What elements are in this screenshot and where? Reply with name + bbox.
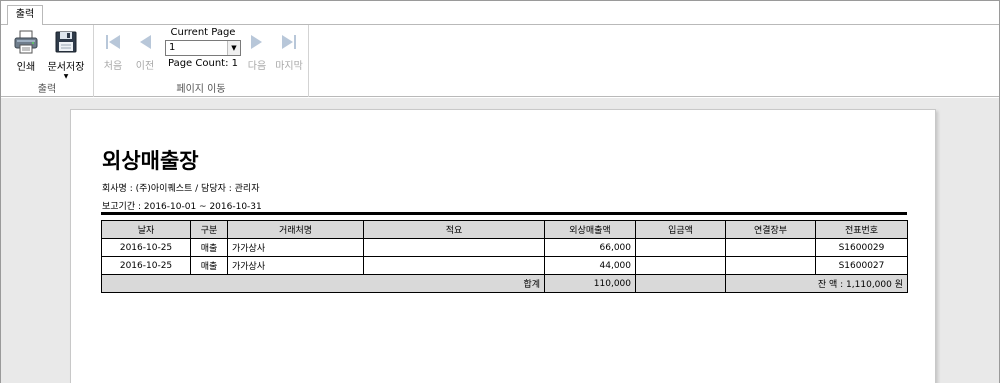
linked-ledger-cell — [725, 238, 816, 257]
first-page-button[interactable]: 처음 — [99, 33, 127, 73]
last-page-button[interactable]: 마지막 — [275, 33, 303, 73]
page-navigation-group-label: 페이지 이동 — [176, 84, 226, 95]
column-header: 연결장부 — [725, 220, 816, 239]
memo-cell — [363, 238, 545, 257]
current-page-value: 1 — [169, 42, 176, 53]
first-page-icon — [103, 33, 123, 51]
print-button[interactable]: 인쇄 — [7, 29, 45, 79]
previous-page-label: 이전 — [135, 61, 155, 72]
print-label: 인쇄 — [16, 62, 36, 73]
linked-ledger-cell — [725, 256, 816, 275]
credit-sales-cell: 66,000 — [544, 238, 636, 257]
voucher-number-cell: S1600029 — [815, 238, 908, 257]
column-header: 입금액 — [635, 220, 726, 239]
output-group-label: 출력 — [37, 84, 57, 95]
table-row: 2016-10-25 매출 가가상사 66,000 S1600029 — [101, 238, 908, 257]
printer-icon — [13, 29, 39, 55]
next-page-icon — [247, 33, 267, 51]
next-page-button[interactable]: 다음 — [243, 33, 271, 73]
first-page-label: 처음 — [103, 61, 123, 72]
save-document-label: 문서저장 — [47, 62, 85, 73]
total-empty-cell — [635, 274, 726, 293]
previous-page-icon — [135, 33, 155, 51]
current-page-caption: Current Page — [170, 27, 236, 38]
type-cell: 매출 — [190, 238, 228, 257]
previous-page-button[interactable]: 이전 — [131, 33, 159, 73]
date-cell: 2016-10-25 — [101, 256, 191, 275]
output-group: 인쇄 문서저장 ▼ 출력 — [1, 25, 94, 97]
ribbon-tab-strip: 출력 — [1, 1, 999, 26]
total-sales-amount: 110,000 — [544, 274, 636, 293]
page-navigation-group: 처음 이전 Current Page 1 ▼ Page Count: 1 다음 … — [94, 25, 309, 97]
last-page-label: 마지막 — [275, 61, 303, 72]
report-page: 외상매출장 회사명 : (주)아이퀘스트 / 담당자 : 관리자 보고기간 : … — [70, 109, 936, 383]
title-divider — [101, 212, 907, 215]
balance-text: 잔 액 : 1,110,000 원 — [725, 274, 908, 293]
type-cell: 매출 — [190, 256, 228, 275]
ribbon: 인쇄 문서저장 ▼ 출력 처음 이전 Current Page 1 ▼ Page… — [1, 25, 999, 97]
memo-cell — [363, 256, 545, 275]
company-line: 회사명 : (주)아이퀘스트 / 담당자 : 관리자 — [102, 184, 260, 194]
floppy-disk-icon — [53, 29, 79, 55]
print-preview-area[interactable]: 외상매출장 회사명 : (주)아이퀘스트 / 담당자 : 관리자 보고기간 : … — [1, 98, 999, 383]
ledger-table: 날자 구분 거래처명 적요 외상매출액 입금액 연결장부 전표번호 2016-1… — [101, 220, 908, 293]
current-page-box: Current Page 1 ▼ Page Count: 1 — [163, 27, 243, 70]
period-line: 보고기간 : 2016-10-01 ~ 2016-10-31 — [102, 202, 262, 212]
customer-cell: 가가상사 — [227, 256, 364, 275]
column-header: 구분 — [190, 220, 228, 239]
next-page-label: 다음 — [247, 61, 267, 72]
column-header: 적요 — [363, 220, 545, 239]
tab-output[interactable]: 출력 — [7, 5, 43, 26]
save-document-button[interactable]: 문서저장 ▼ — [47, 29, 85, 80]
column-header: 거래처명 — [227, 220, 364, 239]
last-page-icon — [279, 33, 299, 51]
customer-cell: 가가상사 — [227, 238, 364, 257]
report-title: 외상매출장 — [102, 149, 199, 173]
total-row: 합계 110,000 잔 액 : 1,110,000 원 — [101, 274, 908, 293]
date-cell: 2016-10-25 — [101, 238, 191, 257]
current-page-select[interactable]: 1 ▼ — [165, 40, 241, 56]
table-header-row: 날자 구분 거래처명 적요 외상매출액 입금액 연결장부 전표번호 — [101, 220, 908, 239]
total-label: 합계 — [101, 274, 545, 293]
column-header: 전표번호 — [815, 220, 908, 239]
report-viewer-window: 출력 인쇄 문서저장 ▼ 출력 처음 이전 Current Page 1 ▼ P… — [0, 0, 1000, 383]
page-count: Page Count: 1 — [168, 58, 238, 69]
deposit-cell — [635, 256, 726, 275]
dropdown-arrow-icon[interactable]: ▼ — [227, 41, 240, 55]
deposit-cell — [635, 238, 726, 257]
column-header: 외상매출액 — [544, 220, 636, 239]
column-header: 날자 — [101, 220, 191, 239]
credit-sales-cell: 44,000 — [544, 256, 636, 275]
voucher-number-cell: S1600027 — [815, 256, 908, 275]
table-row: 2016-10-25 매출 가가상사 44,000 S1600027 — [101, 256, 908, 275]
